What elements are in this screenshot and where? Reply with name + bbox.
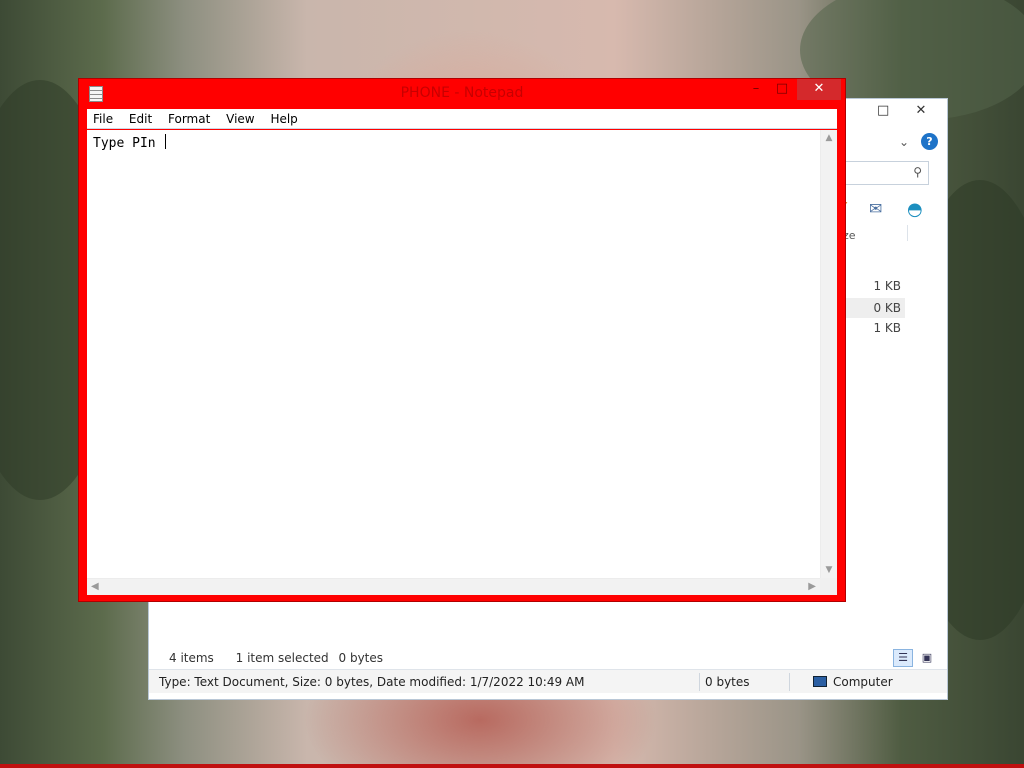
- maximize-button[interactable]: □: [769, 79, 795, 100]
- scrollbar-corner: [820, 578, 837, 595]
- close-button[interactable]: ✕: [797, 79, 841, 100]
- search-input[interactable]: ⚲: [839, 161, 929, 185]
- status-divider: [699, 673, 700, 691]
- editor-content[interactable]: Type PIn: [93, 134, 167, 151]
- explorer-status-bar: Type: Text Document, Size: 0 bytes, Date…: [149, 669, 947, 693]
- menu-bar: File Edit Format View Help: [87, 109, 837, 129]
- notepad-window: PHONE - Notepad – □ ✕ File Edit Format V…: [78, 78, 846, 602]
- text-caret: [165, 134, 167, 149]
- computer-icon: [813, 676, 827, 687]
- column-divider: [907, 225, 908, 241]
- menu-view[interactable]: View: [220, 109, 260, 129]
- file-size-cell[interactable]: 1 KB: [849, 279, 901, 293]
- scroll-up-icon[interactable]: ▲: [821, 133, 837, 143]
- zone-label: Computer: [833, 675, 893, 689]
- editor-text: Type PIn: [93, 136, 164, 151]
- menu-format[interactable]: Format: [162, 109, 216, 129]
- menu-edit[interactable]: Edit: [123, 109, 158, 129]
- horizontal-scrollbar[interactable]: ◀ ▶: [87, 578, 820, 595]
- file-size-cell[interactable]: 1 KB: [849, 321, 901, 335]
- tiles-view-icon[interactable]: ▣: [917, 649, 937, 667]
- status-size: 0 bytes: [705, 675, 750, 689]
- shell-icon[interactable]: ◓: [907, 199, 923, 220]
- status-divider: [789, 673, 790, 691]
- chevron-down-icon[interactable]: ⌄: [899, 135, 909, 149]
- selection-info: 1 item selected: [235, 651, 329, 665]
- text-editor-area[interactable]: Type PIn ▲ ▼ ◀ ▶: [87, 130, 837, 595]
- notepad-titlebar[interactable]: PHONE - Notepad – □ ✕: [79, 79, 845, 107]
- menu-file[interactable]: File: [87, 109, 119, 129]
- status-zone: Computer: [813, 675, 893, 689]
- file-size-cell-selected[interactable]: 0 KB: [845, 298, 905, 318]
- taskbar-edge: [0, 764, 1024, 768]
- item-summary: 4 items 1 item selected 0 bytes: [169, 651, 401, 665]
- search-icon[interactable]: ⚲: [913, 165, 922, 179]
- email-icon[interactable]: ✉: [869, 199, 882, 218]
- details-view-icon[interactable]: ☰: [893, 649, 913, 667]
- explorer-maximize-button[interactable]: □: [877, 103, 889, 118]
- status-details: Type: Text Document, Size: 0 bytes, Date…: [159, 675, 585, 689]
- help-icon[interactable]: ?: [921, 133, 938, 150]
- vertical-scrollbar[interactable]: ▲ ▼: [820, 130, 837, 578]
- selection-size: 0 bytes: [338, 651, 384, 665]
- menu-help[interactable]: Help: [264, 109, 303, 129]
- item-count: 4 items: [169, 651, 214, 665]
- minimize-button[interactable]: –: [743, 79, 769, 100]
- scroll-right-icon[interactable]: ▶: [808, 581, 816, 592]
- scroll-left-icon[interactable]: ◀: [91, 581, 99, 592]
- scroll-down-icon[interactable]: ▼: [821, 565, 837, 575]
- window-title: PHONE - Notepad: [400, 85, 524, 101]
- explorer-close-button[interactable]: ✕: [901, 99, 941, 121]
